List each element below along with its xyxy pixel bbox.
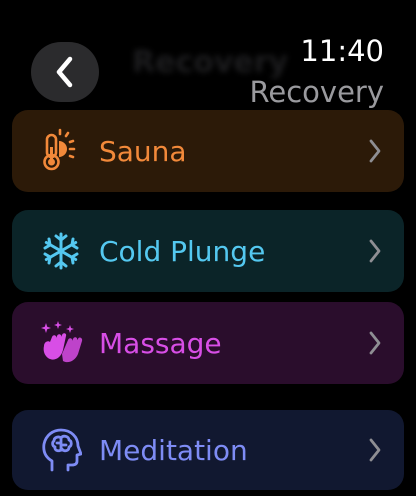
snowflake-icon — [36, 226, 86, 276]
list-item-cold-plunge[interactable]: Cold Plunge — [12, 210, 404, 292]
chevron-right-icon — [368, 330, 382, 356]
head-brain-icon — [36, 425, 86, 475]
back-button[interactable] — [31, 42, 99, 102]
list-item-label: Massage — [99, 326, 222, 360]
list-item-sauna[interactable]: Sauna — [12, 110, 404, 192]
clock-time: 11:40 — [300, 34, 384, 68]
list-item-label: Meditation — [99, 433, 248, 467]
chevron-left-icon — [56, 56, 73, 88]
chevron-right-icon — [368, 238, 382, 264]
list-item-meditation[interactable]: Meditation — [12, 410, 404, 490]
list-item-label: Cold Plunge — [99, 234, 266, 268]
chevron-right-icon — [368, 138, 382, 164]
chevron-right-icon — [368, 437, 382, 463]
hands-sparkles-icon — [36, 318, 86, 368]
thermometer-sun-icon — [36, 126, 86, 176]
list-item-label: Sauna — [99, 134, 187, 168]
list-item-massage[interactable]: Massage — [12, 302, 404, 384]
page-title: Recovery — [249, 75, 384, 109]
